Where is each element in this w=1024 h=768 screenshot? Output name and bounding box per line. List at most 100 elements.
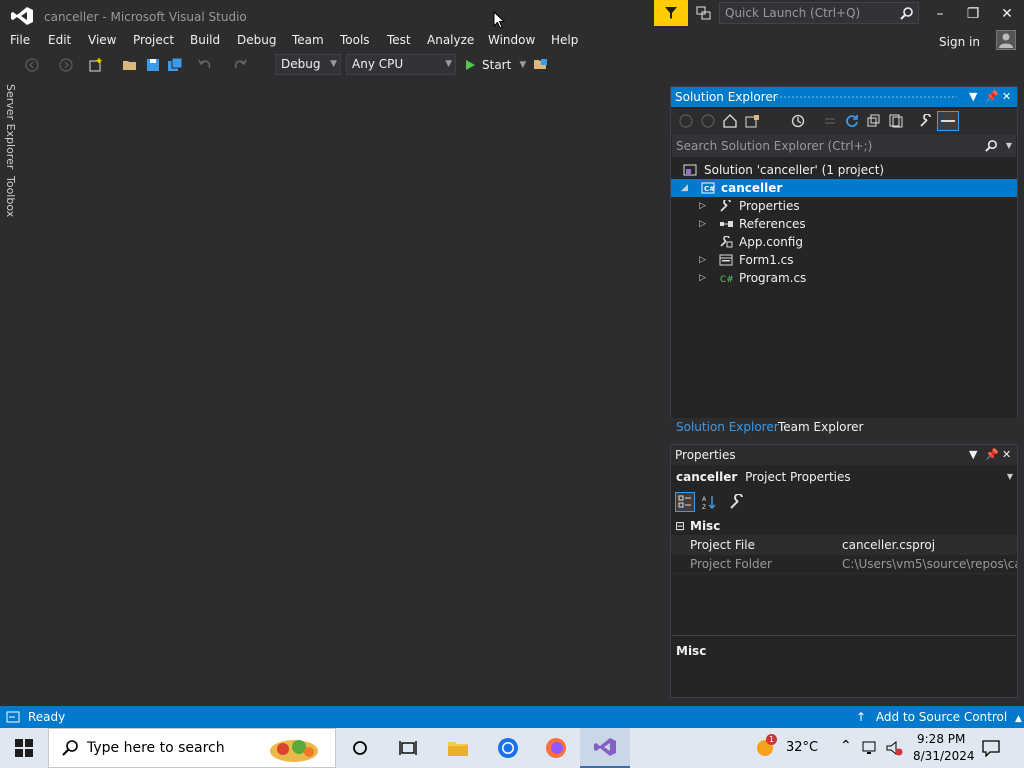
solution-explorer-tabs: Solution Explorer Team Explorer [670, 418, 1018, 438]
menu-view[interactable]: View [88, 33, 116, 47]
solution-explorer-panel: Solution Explorer ▼ 📌 ✕ Search Solution … [670, 86, 1018, 438]
pin-icon[interactable]: 📌 [985, 87, 999, 107]
preview-selected-items-button[interactable] [937, 111, 959, 131]
add-to-source-control-button[interactable]: ↑ Add to Source Control ▲ [856, 710, 1022, 724]
chevron-up-icon[interactable]: ⌃ [840, 738, 852, 754]
tree-item-form1[interactable]: ▷ Form1.cs [671, 251, 1017, 269]
sync-icon[interactable] [823, 114, 837, 128]
tree-item-solution[interactable]: Solution 'canceller' (1 project) [671, 161, 1017, 179]
chevron-down-icon[interactable]: ▼ [1006, 135, 1012, 157]
taskbar-search-input[interactable]: Type here to search [48, 728, 336, 768]
category-misc[interactable]: ⊟ Misc [671, 517, 1017, 536]
start-button[interactable] [12, 736, 36, 760]
object-selector-dropdown[interactable]: canceller Project Properties ▼ [671, 467, 1017, 487]
notifications-icon[interactable] [982, 739, 1000, 757]
show-all-files-icon[interactable] [889, 114, 903, 128]
collapsed-arrow-icon[interactable]: ▷ [699, 269, 706, 287]
firefox-button[interactable] [544, 736, 568, 760]
tab-team-explorer[interactable]: Team Explorer [778, 420, 864, 434]
volume-muted-icon[interactable] [886, 740, 904, 756]
window-position-dropdown-icon[interactable]: ▼ [969, 445, 977, 465]
menu-edit[interactable]: Edit [48, 33, 71, 47]
pending-changes-filter-icon[interactable] [791, 114, 805, 128]
collapsed-arrow-icon[interactable]: ▷ [699, 197, 706, 215]
collapsed-arrow-icon[interactable]: ▷ [699, 215, 706, 233]
menu-tools[interactable]: Tools [340, 33, 370, 47]
new-project-icon[interactable] [88, 57, 104, 73]
undo-icon[interactable] [197, 57, 213, 73]
menu-file[interactable]: File [10, 33, 30, 47]
menu-window[interactable]: Window [488, 33, 535, 47]
find-in-files-icon[interactable] [533, 57, 549, 73]
solution-platform-dropdown[interactable]: Any CPU ▼ [346, 54, 456, 75]
toolbox-tab[interactable]: Toolbox [4, 176, 17, 217]
network-icon[interactable] [862, 740, 880, 756]
solution-explorer-title-bar[interactable]: Solution Explorer ▼ 📌 ✕ [671, 87, 1017, 107]
account-icon[interactable] [996, 30, 1016, 50]
file-explorer-button[interactable] [446, 736, 470, 760]
menu-analyze[interactable]: Analyze [427, 33, 474, 47]
clock-time[interactable]: 9:28 PM [917, 732, 965, 746]
close-panel-icon[interactable]: ✕ [1002, 445, 1011, 465]
navigate-back-icon[interactable] [24, 57, 40, 73]
chrome-button[interactable] [496, 736, 520, 760]
property-row[interactable]: Project File canceller.csproj [671, 536, 1017, 555]
quick-launch-input[interactable]: Quick Launch (Ctrl+Q) [719, 2, 919, 24]
pin-icon[interactable]: 📌 [985, 445, 999, 465]
forward-icon[interactable] [701, 114, 715, 128]
expanded-arrow-icon[interactable]: ◢ [681, 179, 688, 197]
close-panel-icon[interactable]: ✕ [1002, 87, 1011, 107]
property-row[interactable]: Project Folder C:\Users\vm5\source\repos… [671, 555, 1017, 574]
properties-title-bar[interactable]: Properties ▼ 📌 ✕ [671, 445, 1017, 465]
properties-wrench-icon[interactable] [919, 114, 933, 128]
menu-help[interactable]: Help [551, 33, 578, 47]
categorized-button[interactable] [675, 492, 695, 512]
clock-date[interactable]: 8/31/2024 [913, 749, 975, 763]
close-button[interactable]: ✕ [992, 2, 1022, 26]
drag-grip[interactable] [771, 95, 957, 99]
tree-item-references[interactable]: ▷ References [671, 215, 1017, 233]
open-file-icon[interactable] [122, 57, 138, 73]
menu-test[interactable]: Test [387, 33, 411, 47]
menu-build[interactable]: Build [190, 33, 220, 47]
home-icon[interactable] [723, 114, 737, 128]
solution-explorer-search-input[interactable]: Search Solution Explorer (Ctrl+;) ▼ [672, 135, 1016, 157]
menu-team[interactable]: Team [292, 33, 324, 47]
solution-configuration-dropdown[interactable]: Debug ▼ [275, 54, 341, 75]
output-window-icon[interactable] [6, 711, 20, 723]
save-all-icon[interactable] [167, 57, 183, 73]
tree-item-project[interactable]: ◢ C# canceller [671, 179, 1017, 197]
sign-in-link[interactable]: Sign in [939, 35, 980, 49]
server-explorer-tab[interactable]: Server Explorer [4, 84, 17, 169]
navigate-forward-icon[interactable] [58, 57, 74, 73]
collapse-all-icon[interactable] [867, 114, 881, 128]
tree-item-properties[interactable]: ▷ Properties [671, 197, 1017, 215]
task-view-button[interactable] [396, 736, 420, 760]
save-icon[interactable] [145, 57, 161, 73]
collapsed-arrow-icon[interactable]: ▷ [699, 251, 706, 269]
redo-icon[interactable] [232, 57, 248, 73]
restore-button[interactable]: ❐ [958, 2, 988, 26]
tree-item-app-config[interactable]: App.config [671, 233, 1017, 251]
visual-studio-taskbar-button[interactable] [580, 728, 630, 768]
chevron-down-icon: ▼ [1006, 472, 1013, 481]
switch-views-icon[interactable] [745, 114, 761, 128]
notifications-filter-button[interactable] [654, 0, 688, 26]
tree-item-program[interactable]: ▷ C# Program.cs [671, 269, 1017, 287]
window-position-dropdown-icon[interactable]: ▼ [969, 87, 977, 107]
object-type: Project Properties [745, 470, 851, 484]
feedback-icon[interactable] [696, 5, 712, 21]
refresh-icon[interactable] [845, 114, 859, 128]
menu-project[interactable]: Project [133, 33, 174, 47]
menu-debug[interactable]: Debug [237, 33, 276, 47]
collapse-icon[interactable]: ⊟ [675, 517, 685, 536]
tab-solution-explorer[interactable]: Solution Explorer [676, 420, 779, 434]
weather-temperature[interactable]: 32°C [786, 740, 818, 755]
start-debugging-button[interactable]: Start ▼ [464, 56, 526, 74]
property-pages-wrench-icon[interactable] [729, 494, 745, 510]
weather-widget[interactable]: 1 [754, 734, 778, 760]
back-icon[interactable] [679, 114, 693, 128]
cortana-button[interactable] [348, 736, 372, 760]
alphabetical-sort-icon[interactable]: AZ [701, 494, 717, 510]
minimize-button[interactable]: – [925, 2, 955, 26]
